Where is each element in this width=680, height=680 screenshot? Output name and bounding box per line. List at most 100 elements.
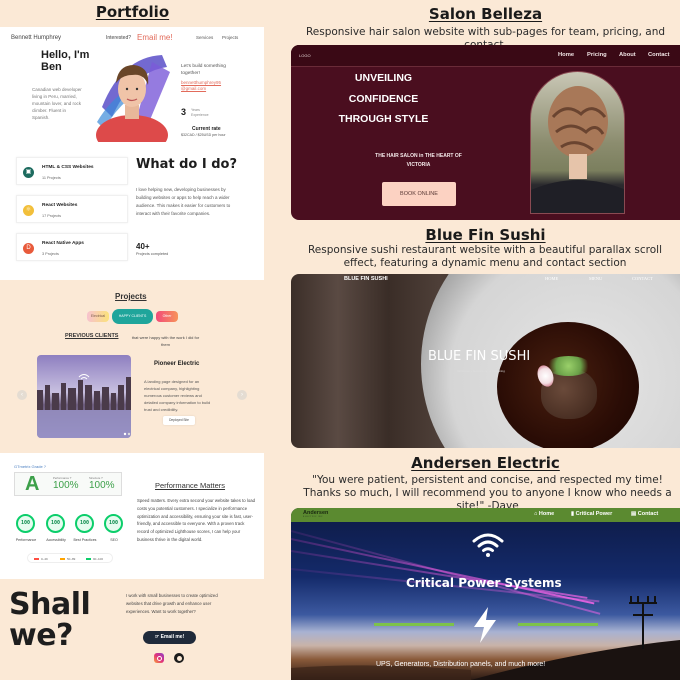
service-card-react-native[interactable]: D React Native Apps 3 Projects	[16, 233, 128, 261]
lighthouse-best-practices-score: 100	[75, 514, 94, 533]
legend-range: 90–100	[93, 557, 104, 561]
legend-item-fail: 0–49	[34, 557, 48, 561]
filter-happy-clients[interactable]: HAPPY CLIENTS	[112, 309, 153, 324]
interested-label: Interested?	[106, 35, 132, 41]
lighthouse-performance-score: 100	[16, 514, 35, 533]
performance-value: 100%	[53, 480, 79, 491]
salon-hair-photo	[530, 71, 625, 214]
project-name: Pioneer Electric	[154, 361, 200, 367]
profile-photo	[96, 55, 170, 142]
filter-other[interactable]: Other	[156, 311, 178, 322]
legend-item-average: 50–89	[60, 557, 75, 561]
salon-headline-1: UNVEILING	[354, 72, 413, 84]
years-experience-value: 3	[181, 107, 187, 117]
projects-completed-count: 40+	[136, 242, 150, 251]
service-count: 3 Projects	[42, 252, 59, 256]
what-do-i-do-heading: What do I do?	[136, 157, 238, 172]
portfolio-hero-card: Bennett Humphrey Interested? Email me! S…	[0, 27, 264, 280]
salon-nav-contact[interactable]: Contact	[648, 52, 670, 58]
salon-headline-2: CONFIDENCE	[348, 93, 419, 105]
deployed-site-button[interactable]: Deployed Site	[163, 416, 195, 425]
service-title: HTML & CSS Websites	[42, 165, 94, 170]
service-count: 11 Projects	[42, 176, 61, 180]
current-rate-label: Current rate	[192, 126, 221, 132]
lightning-bolt-icon	[474, 607, 496, 643]
instagram-icon[interactable]	[154, 653, 164, 663]
sushi-hero-title: BLUE FIN SUSHI	[428, 349, 531, 364]
email-me-link[interactable]: Email me!	[137, 33, 173, 42]
react-icon: ⚛	[23, 205, 34, 216]
hero-bio: Canadian web developer living in Peru, m…	[32, 87, 82, 120]
site-owner-name[interactable]: Bennett Humphrey	[11, 35, 61, 41]
service-card-react[interactable]: ⚛ React Websites 17 Projects	[16, 195, 128, 223]
project-description: A landing page designed for an electrica…	[144, 379, 211, 412]
andersen-hero-title: Critical Power Systems	[406, 576, 562, 590]
performance-matters-text: Speed matters. Every extra second your w…	[137, 498, 255, 542]
years-experience-label: Years Experience	[191, 108, 209, 117]
salon-nav-home[interactable]: Home	[558, 52, 574, 58]
carousel-prev-button[interactable]: ‹	[17, 390, 27, 400]
legend-swatch-green	[86, 558, 91, 560]
projects-completed-label: Projects completed	[136, 252, 169, 256]
nav-projects[interactable]: Projects	[222, 35, 238, 40]
projects-heading: Projects	[115, 292, 147, 301]
sushi-nav-menu[interactable]: MENU	[589, 276, 602, 281]
performance-matters-heading: Performance Matters	[155, 481, 226, 490]
divider-bar-left	[374, 623, 454, 626]
sushi-nav-contact[interactable]: CONTACT	[632, 276, 653, 281]
current-rate-value: $32CAD / $25USD per hour	[181, 133, 226, 137]
salon-navbar: LOGO Home Pricing About Contact	[291, 45, 680, 67]
structure-value: 100%	[89, 480, 115, 491]
what-do-i-do-text: I love helping new, developing businesse…	[136, 187, 231, 216]
salon-headline-3: THROUGH STYLE	[338, 113, 429, 125]
carousel-next-button[interactable]: ›	[237, 390, 247, 400]
mobile-app-icon: D	[23, 243, 34, 254]
lets-build-text: Let's build something together!	[181, 64, 226, 76]
shall-we-heading: Shall we?	[9, 587, 91, 651]
salon-nav-about[interactable]: About	[619, 52, 636, 58]
lighthouse-label: Performance	[15, 538, 37, 542]
book-online-button[interactable]: BOOK ONLINE	[382, 182, 456, 206]
nav-services[interactable]: Services	[196, 35, 213, 40]
salon-subheadline: THE HAIR SALON in THE HEART OF VICTORIA	[375, 153, 462, 168]
legend-item-pass: 90–100	[86, 557, 103, 561]
salon-nav-pricing[interactable]: Pricing	[587, 52, 607, 58]
andersen-screenshot[interactable]: Andersen ELECTRIC INC ⌂ Home ▮ Critical …	[291, 508, 680, 680]
gtmetrix-grade-label: GTmetrix Grade ?	[14, 464, 47, 469]
sushi-nav-home[interactable]: HOME	[545, 276, 558, 281]
legend-range: 50–89	[67, 557, 76, 561]
sushi-screenshot[interactable]: BLUE FIN SUSHI HOME MENU CONTACT BLUE FI…	[291, 274, 680, 448]
github-icon[interactable]	[174, 653, 184, 663]
service-title: React Websites	[42, 203, 78, 208]
project-screenshot-pioneer-electric[interactable]	[37, 355, 131, 438]
andersen-nav-critical-power[interactable]: ▮ Critical Power	[571, 511, 612, 517]
service-card-html-css[interactable]: ▣ HTML & CSS Websites 11 Projects	[16, 157, 128, 185]
andersen-navbar: Andersen ELECTRIC INC ⌂ Home ▮ Critical …	[291, 508, 680, 522]
lighthouse-seo-score: 100	[104, 514, 123, 533]
andersen-nav-home[interactable]: ⌂ Home	[534, 511, 554, 517]
gtmetrix-scorebox: A Performance ? 100% Structure ? 100%	[14, 472, 122, 496]
email-address-link[interactable]: bennetthumphrey95 @gmail.com	[181, 80, 231, 92]
andersen-nav-contact[interactable]: ▤ Contact	[631, 511, 658, 517]
wifi-icon	[472, 533, 504, 557]
lighthouse-label: Best Practices	[73, 538, 97, 542]
cell-tower-icon	[629, 596, 657, 649]
sushi-description: Responsive sushi restaurant website with…	[307, 244, 662, 269]
lighthouse-legend: 0–49 50–89 90–100	[27, 553, 113, 563]
email-me-button[interactable]: ☞ Email me!	[143, 631, 196, 644]
salon-screenshot[interactable]: LOGO Home Pricing About Contact UNVEILIN…	[291, 45, 680, 220]
andersen-hero-subtitle: UPS, Generators, Distribution panels, an…	[376, 661, 546, 668]
shall-line: Shall	[9, 587, 91, 622]
filter-electrical[interactable]: Electrical	[87, 311, 109, 322]
sushi-brand[interactable]: BLUE FIN SUSHI	[344, 276, 388, 282]
nav-label: Home	[538, 511, 555, 517]
nav-label: Contact	[637, 511, 659, 517]
sushi-section-title: Blue Fin Sushi	[425, 226, 546, 244]
legend-swatch-red	[34, 558, 39, 560]
html5-icon: ▣	[23, 167, 34, 178]
salon-logo[interactable]: LOGO	[299, 53, 311, 58]
portfolio-showcase: Portfolio Bennett Humphrey Interested? E…	[0, 0, 680, 680]
portfolio-section-title: Portfolio	[95, 3, 170, 21]
divider-bar-right	[518, 623, 598, 626]
andersen-logo-sub: ELECTRIC INC	[303, 516, 323, 518]
